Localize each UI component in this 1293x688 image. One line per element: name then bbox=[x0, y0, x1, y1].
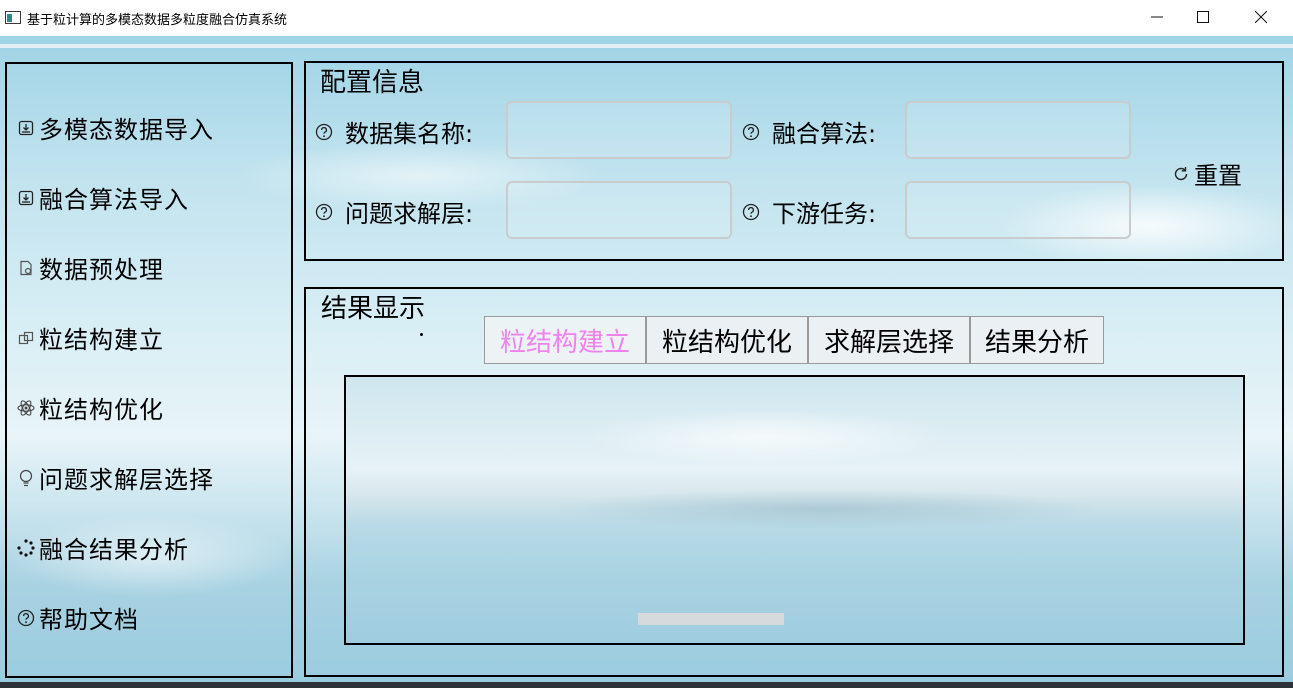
sidebar-item-result-analysis[interactable]: 融合结果分析 bbox=[17, 530, 189, 565]
fusion-algorithm-label-text: 融合算法: bbox=[772, 120, 877, 148]
structure-icon bbox=[17, 329, 35, 347]
atom-icon bbox=[17, 399, 35, 417]
dataset-name-input[interactable] bbox=[506, 101, 732, 159]
downstream-task-input[interactable] bbox=[905, 181, 1131, 239]
refresh-icon bbox=[1172, 165, 1190, 183]
background-mountain bbox=[546, 489, 1106, 529]
fusion-algorithm-input[interactable] bbox=[905, 101, 1131, 159]
loading-icon bbox=[17, 538, 35, 557]
sidebar-item-structure-build[interactable]: 粒结构建立 bbox=[17, 320, 164, 355]
close-icon bbox=[1255, 11, 1267, 23]
minimize-icon bbox=[1151, 16, 1163, 18]
downstream-task-label-text: 下游任务: bbox=[772, 200, 877, 228]
help-icon bbox=[17, 609, 35, 627]
sidebar-item-help[interactable]: 帮助文档 bbox=[17, 600, 139, 635]
problem-layer-input[interactable] bbox=[506, 181, 732, 239]
tab-result-analysis[interactable]: 结果分析 bbox=[970, 316, 1104, 364]
stray-dot bbox=[130, 348, 133, 351]
dataset-name-label-text: 数据集名称: bbox=[345, 120, 474, 148]
title-bar: 基于粒计算的多模态数据多粒度融合仿真系统 bbox=[0, 0, 1293, 36]
horizontal-scrollbar[interactable] bbox=[638, 613, 784, 625]
sidebar-item-structure-optimize[interactable]: 粒结构优化 bbox=[17, 390, 164, 425]
minimize-button[interactable] bbox=[1134, 0, 1180, 34]
file-settings-icon bbox=[17, 259, 35, 277]
stray-dot bbox=[420, 333, 423, 336]
reset-button[interactable]: 重置 bbox=[1172, 156, 1242, 191]
problem-layer-label: 问题求解层: bbox=[315, 194, 473, 229]
import-icon bbox=[17, 119, 35, 137]
sidebar-item-label: 问题求解层选择 bbox=[39, 466, 214, 494]
maximize-button[interactable] bbox=[1180, 0, 1226, 34]
config-title: 配置信息 bbox=[320, 68, 425, 98]
sidebar-item-algorithm-import[interactable]: 融合算法导入 bbox=[17, 180, 189, 215]
window-title: 基于粒计算的多模态数据多粒度融合仿真系统 bbox=[27, 13, 288, 28]
tab-layer-select[interactable]: 求解层选择 bbox=[808, 316, 970, 364]
sidebar-item-label: 融合结果分析 bbox=[39, 536, 189, 564]
result-title: 结果显示 bbox=[321, 294, 426, 324]
sidebar-item-label: 融合算法导入 bbox=[39, 186, 189, 214]
sidebar bbox=[5, 62, 293, 678]
sidebar-item-label: 粒结构优化 bbox=[39, 396, 164, 424]
config-panel bbox=[304, 61, 1284, 261]
bulb-icon bbox=[17, 469, 35, 487]
result-display-area bbox=[344, 375, 1245, 645]
sidebar-item-label: 数据预处理 bbox=[39, 256, 164, 284]
help-icon bbox=[315, 203, 333, 221]
sidebar-item-label: 粒结构建立 bbox=[39, 326, 164, 354]
sidebar-item-label: 多模态数据导入 bbox=[39, 116, 214, 144]
app-icon bbox=[5, 11, 21, 24]
help-icon bbox=[742, 203, 760, 221]
downstream-task-label: 下游任务: bbox=[742, 194, 876, 229]
fusion-algorithm-label: 融合算法: bbox=[742, 114, 876, 149]
sidebar-item-layer-select[interactable]: 问题求解层选择 bbox=[17, 460, 214, 495]
maximize-icon bbox=[1197, 11, 1209, 23]
problem-layer-label-text: 问题求解层: bbox=[345, 200, 474, 228]
sidebar-item-multimodal-import[interactable]: 多模态数据导入 bbox=[17, 110, 214, 145]
sidebar-item-label: 帮助文档 bbox=[39, 606, 139, 634]
tab-structure-build[interactable]: 粒结构建立 bbox=[484, 316, 646, 364]
tab-structure-optimize[interactable]: 粒结构优化 bbox=[646, 316, 808, 364]
help-icon bbox=[742, 123, 760, 141]
sidebar-item-preprocess[interactable]: 数据预处理 bbox=[17, 250, 164, 285]
reset-label: 重置 bbox=[1194, 162, 1242, 190]
import-icon bbox=[17, 189, 35, 207]
close-button[interactable] bbox=[1238, 0, 1284, 34]
help-icon bbox=[315, 123, 333, 141]
bottom-edge bbox=[0, 682, 1293, 688]
dataset-name-label: 数据集名称: bbox=[315, 114, 473, 149]
